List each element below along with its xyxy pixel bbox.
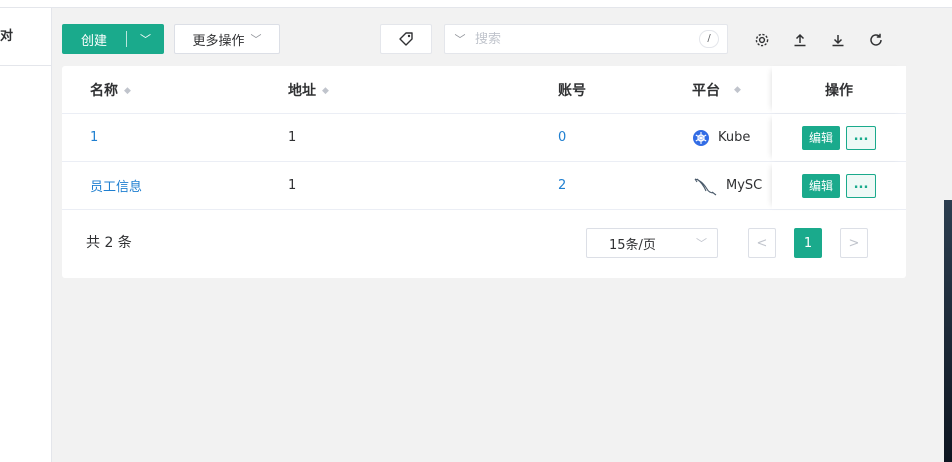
more-actions-label: 更多操作 <box>192 33 245 49</box>
create-button-label: 创建 <box>80 33 107 49</box>
page-button-current[interactable]: 1 <box>794 228 822 258</box>
asset-name-link[interactable]: 员工信息 <box>90 176 142 195</box>
chevron-down-icon[interactable]: ﹀ <box>445 31 475 47</box>
asset-account-count[interactable]: 0 <box>558 130 566 145</box>
refresh-icon[interactable] <box>866 30 886 50</box>
mysql-icon <box>694 177 717 195</box>
create-button[interactable]: 创建 ﹀ <box>62 24 164 54</box>
search-shortcut-hint: / <box>699 30 719 48</box>
search-box[interactable]: ﹀ / <box>444 24 728 54</box>
column-header-name[interactable]: 名称 ◆ <box>90 80 131 100</box>
asset-address: 1 <box>288 130 297 145</box>
asset-table-card: 名称 ◆ 地址 ◆ 账号 平台 ◆ 操作 1 1 0 Kube 编辑 ... 员工信息… <box>62 66 906 278</box>
column-header-actions: 操作 <box>772 66 906 113</box>
asset-account-count[interactable]: 2 <box>558 178 566 193</box>
upload-icon[interactable] <box>790 30 810 50</box>
edit-button[interactable]: 编辑 <box>801 125 840 150</box>
more-button[interactable]: ... <box>846 173 876 198</box>
asset-platform: Kube <box>692 129 772 147</box>
toolbar: 创建 ﹀ 更多操作 ﹀ ﹀ / <box>62 22 906 56</box>
column-header-platform[interactable]: 平台 ◆ <box>692 80 772 100</box>
next-page-button[interactable]: > <box>840 228 868 258</box>
left-panel-item[interactable]: 对 <box>0 8 51 66</box>
total-count: 共 2 条 <box>86 235 132 251</box>
pagination-bar: 共 2 条 15条/页 ﹀ < 1 > <box>62 210 906 278</box>
tag-filter-button[interactable] <box>380 24 432 54</box>
row-actions: 编辑 ... <box>772 114 906 161</box>
chevron-down-icon[interactable]: ﹀ <box>127 31 164 47</box>
asset-platform-label: Kube <box>718 130 751 145</box>
search-input[interactable] <box>475 31 699 47</box>
chevron-down-icon: ﹀ <box>250 33 262 46</box>
asset-name-link[interactable]: 1 <box>90 130 98 145</box>
edit-button[interactable]: 编辑 <box>801 173 840 198</box>
asset-platform: MySC <box>692 176 772 196</box>
page-size-select[interactable]: 15条/页 ﹀ <box>586 228 718 258</box>
tag-icon <box>399 32 413 46</box>
sort-icon: ◆ <box>322 85 329 96</box>
more-button[interactable]: ... <box>846 125 876 150</box>
download-icon[interactable] <box>828 30 848 50</box>
settings-icon[interactable] <box>752 30 772 50</box>
column-header-address[interactable]: 地址 ◆ <box>288 80 329 100</box>
top-bar <box>0 0 952 8</box>
left-panel: 对 <box>0 8 52 462</box>
sort-icon: ◆ <box>734 84 741 95</box>
more-actions-button[interactable]: 更多操作 ﹀ <box>174 24 280 54</box>
sort-icon: ◆ <box>124 85 131 96</box>
background-edge <box>944 200 952 462</box>
prev-page-button[interactable]: < <box>748 228 776 258</box>
row-actions: 编辑 ... <box>772 162 906 209</box>
table-row: 员工信息 1 2 MySC 编辑 ... <box>62 162 906 210</box>
kubernetes-icon <box>693 129 709 146</box>
asset-address: 1 <box>288 178 297 193</box>
column-header-account: 账号 <box>558 82 586 99</box>
table-row: 1 1 0 Kube 编辑 ... <box>62 114 906 162</box>
asset-platform-label: MySC <box>726 178 763 193</box>
page-size-value: 15条/页 <box>609 237 656 253</box>
table-header: 名称 ◆ 地址 ◆ 账号 平台 ◆ 操作 <box>62 66 906 114</box>
chevron-down-icon: ﹀ <box>696 237 707 250</box>
